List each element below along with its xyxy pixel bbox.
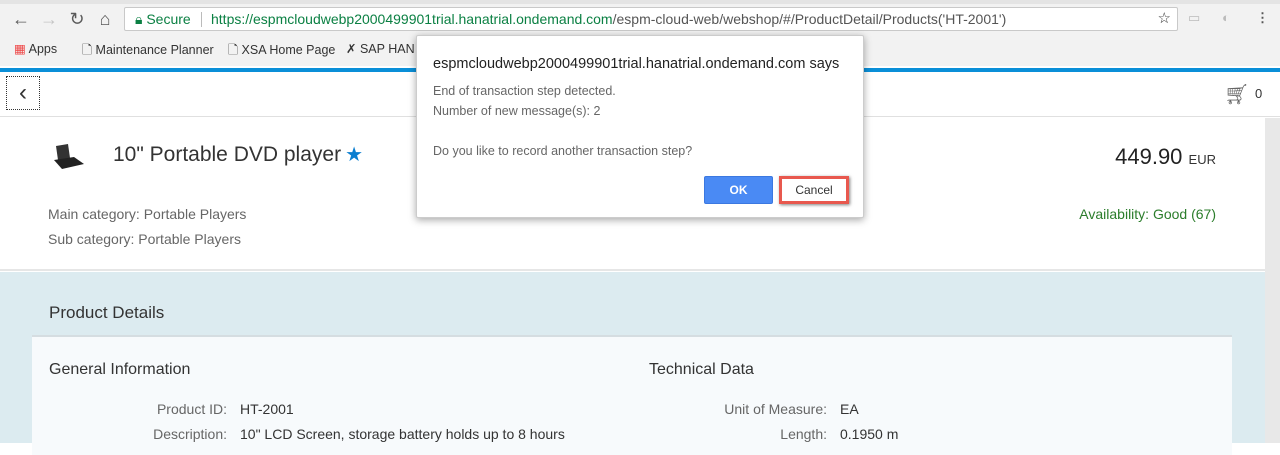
- divider: [201, 12, 202, 27]
- secure-indicator[interactable]: 🔒︎ Secure: [135, 8, 191, 30]
- cancel-button[interactable]: Cancel: [779, 176, 849, 204]
- currency: EUR: [1188, 152, 1216, 167]
- product-details-section: Product Details General Information Tech…: [0, 272, 1265, 455]
- tools-icon: ✗: [346, 42, 357, 56]
- lock-icon: 🔒︎: [135, 11, 143, 27]
- url-text[interactable]: https://espmcloudwebp2000499901trial.han…: [211, 8, 1006, 30]
- page-icon: 🗋: [228, 43, 239, 57]
- cart-icon[interactable]: 🛒︎: [1224, 82, 1249, 107]
- dialog-message-line-3: Do you like to record another transactio…: [433, 144, 693, 158]
- reload-icon[interactable]: ↻: [66, 9, 88, 30]
- availability-status: Availability: Good (67): [1079, 206, 1216, 222]
- url-path: /espm-cloud-web/webshop/#/ProductDetail/…: [612, 11, 1007, 27]
- dialog-message-line-1: End of transaction step detected.: [433, 84, 616, 98]
- unit-of-measure-label: Unit of Measure:: [724, 401, 827, 417]
- length-value: 0.1950 m: [840, 426, 899, 442]
- price: 449.90 EUR: [1115, 144, 1216, 169]
- product-title: 10" Portable DVD player ★: [113, 143, 364, 166]
- chevron-left-icon: ‹: [19, 79, 27, 106]
- extension-icon[interactable]: ▭: [1188, 10, 1200, 26]
- extension-icon-2[interactable]: ◐: [1222, 10, 1230, 25]
- product-id-label: Product ID:: [156, 401, 227, 417]
- dialog-title: espmcloudwebp2000499901trial.hanatrial.o…: [433, 56, 840, 72]
- description-value: 10" LCD Screen, storage battery holds up…: [240, 426, 565, 442]
- general-information-title: General Information: [49, 361, 191, 378]
- menu-kebab-icon[interactable]: ⋮: [1256, 10, 1269, 26]
- sub-category: Sub category: Portable Players: [48, 231, 241, 247]
- description-label: Description:: [153, 426, 227, 442]
- favorite-star-icon[interactable]: ★: [345, 144, 363, 166]
- cart-count: 0: [1255, 86, 1263, 101]
- unit-of-measure-value: EA: [840, 401, 859, 417]
- ok-button[interactable]: OK: [704, 176, 773, 204]
- apps-grid-icon: ▦: [14, 42, 26, 56]
- bookmark-maintenance-planner[interactable]: 🗋 Maintenance Planner: [82, 41, 214, 62]
- product-id-value: HT-2001: [240, 401, 294, 417]
- length-label: Length:: [780, 426, 827, 442]
- tab-strip: [0, 0, 1280, 4]
- bookmark-star-icon[interactable]: ☆: [1158, 8, 1171, 30]
- address-bar[interactable]: 🔒︎ Secure https://espmcloudwebp200049990…: [124, 7, 1178, 31]
- technical-data-title: Technical Data: [649, 361, 754, 378]
- bookmark-apps[interactable]: ▦ Apps: [14, 41, 57, 56]
- confirm-dialog: espmcloudwebp2000499901trial.hanatrial.o…: [416, 35, 864, 218]
- dialog-message-line-2: Number of new message(s): 2: [433, 104, 601, 118]
- forward-arrow-icon[interactable]: →: [38, 9, 60, 30]
- home-icon[interactable]: ⌂: [94, 9, 116, 30]
- section-title: Product Details: [49, 303, 165, 322]
- product-image: [54, 144, 84, 169]
- bookmark-xsa-home[interactable]: 🗋 XSA Home Page: [228, 41, 335, 62]
- back-arrow-icon[interactable]: ←: [10, 9, 32, 30]
- url-host: https://espmcloudwebp2000499901trial.han…: [211, 11, 613, 27]
- bookmark-sap-hana[interactable]: ✗ SAP HAN: [346, 41, 415, 56]
- main-category: Main category: Portable Players: [48, 206, 247, 222]
- page-icon: 🗋: [82, 43, 93, 57]
- scrollbar[interactable]: [1265, 118, 1280, 443]
- back-button[interactable]: ‹: [6, 76, 40, 110]
- details-panel: General Information Technical Data Produ…: [32, 335, 1232, 455]
